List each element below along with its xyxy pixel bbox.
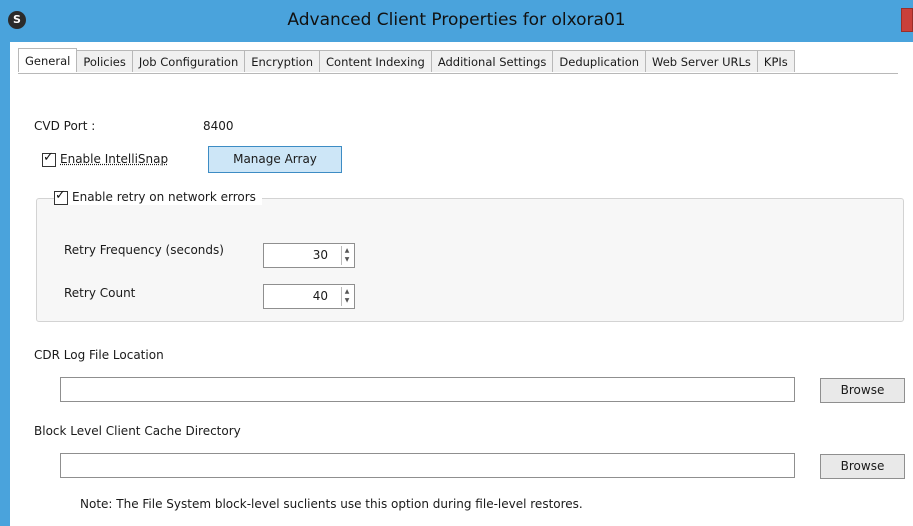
block-cache-input[interactable]: [60, 453, 795, 478]
retry-count-label: Retry Count: [64, 286, 136, 300]
enable-intellisnap-checkbox[interactable]: ✓ Enable IntelliSnap: [42, 149, 169, 167]
cdr-log-label: CDR Log File Location: [34, 348, 164, 362]
retry-count-value[interactable]: 40: [313, 285, 328, 308]
retry-count-spinner[interactable]: 40 ▲ ▼: [263, 284, 355, 309]
intellisnap-label: Enable IntelliSnap: [60, 152, 169, 166]
tab-job-configuration[interactable]: Job Configuration: [131, 50, 246, 72]
tab-encryption[interactable]: Encryption: [244, 50, 320, 72]
cdr-log-input[interactable]: [60, 377, 795, 402]
retry-label: Enable retry on network errors: [72, 190, 256, 204]
spin-up-icon[interactable]: ▲: [342, 287, 352, 296]
cvd-port-label: CVD Port :: [34, 119, 96, 133]
checkmark-icon: ✓: [43, 149, 54, 165]
cdr-log-browse-button[interactable]: Browse: [820, 378, 905, 403]
window-title: Advanced Client Properties for olxora01: [287, 10, 626, 30]
tab-content-indexing[interactable]: Content Indexing: [319, 50, 432, 72]
dialog-content: General Policies Job Configuration Encry…: [10, 42, 913, 526]
enable-retry-checkbox[interactable]: ✓ Enable retry on network errors: [54, 187, 262, 205]
intellisnap-check-box[interactable]: ✓: [42, 149, 56, 167]
window-frame-left: [0, 42, 10, 526]
manage-array-button[interactable]: Manage Array: [208, 146, 342, 173]
spinner-arrows[interactable]: ▲ ▼: [341, 246, 352, 265]
tab-bar: General Policies Job Configuration Encry…: [18, 48, 898, 74]
tab-deduplication[interactable]: Deduplication: [552, 50, 647, 72]
close-button[interactable]: [901, 8, 913, 32]
cvd-port-value: 8400: [203, 119, 234, 133]
checkmark-icon: ✓: [55, 187, 66, 203]
title-bar: S Advanced Client Properties for olxora0…: [0, 0, 913, 42]
block-level-note: Note: The File System block-level suclie…: [80, 497, 583, 511]
tab-kpis[interactable]: KPIs: [756, 50, 795, 72]
spin-down-icon[interactable]: ▼: [342, 255, 352, 264]
tab-web-server-urls[interactable]: Web Server URLs: [645, 50, 758, 72]
spin-up-icon[interactable]: ▲: [342, 246, 352, 255]
block-cache-label: Block Level Client Cache Directory: [34, 424, 241, 438]
spin-down-icon[interactable]: ▼: [342, 296, 352, 305]
tab-additional-settings[interactable]: Additional Settings: [430, 50, 554, 72]
tab-policies[interactable]: Policies: [76, 50, 133, 72]
retry-frequency-label: Retry Frequency (seconds): [64, 243, 224, 257]
tab-general[interactable]: General: [18, 48, 78, 72]
block-cache-browse-button[interactable]: Browse: [820, 454, 905, 479]
retry-frequency-spinner[interactable]: 30 ▲ ▼: [263, 243, 355, 268]
retry-check-box[interactable]: ✓: [54, 187, 68, 205]
spinner-arrows[interactable]: ▲ ▼: [341, 287, 352, 306]
retry-frequency-value[interactable]: 30: [313, 244, 328, 267]
retry-groupbox: [36, 198, 904, 322]
